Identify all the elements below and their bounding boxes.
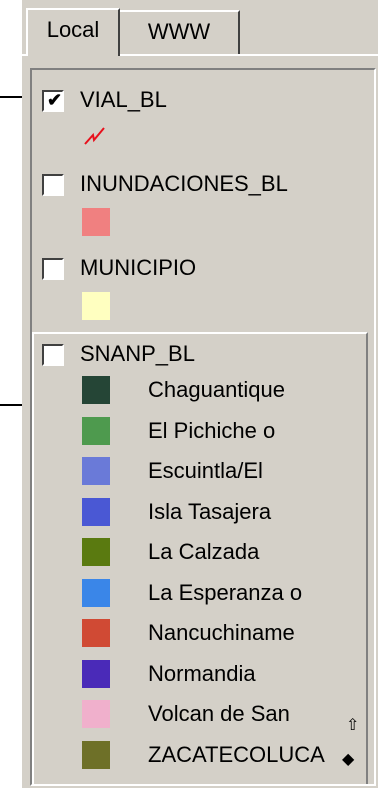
category-label: Chaguantique [148,377,286,402]
color-swatch [82,208,110,236]
layer-checkbox-vial[interactable]: ✔ [42,90,64,112]
category-swatch [82,659,110,688]
layer-name-vial: VIAL_BL [80,87,167,112]
layer-checkbox-snanp[interactable] [42,344,64,366]
layer-name-municipio: MUNICIPIO [80,255,197,280]
checkmark-icon: ✔ [47,90,63,110]
up-arrow-icon[interactable]: ⇧ [346,718,359,734]
layer-checkbox-municipio[interactable] [42,258,64,280]
category-label: Normandia [148,660,256,686]
category-label: La Calzada [148,539,260,564]
layer-group-snanp: SNANP_BL Chaguantique El Pichiche o Escuin… [32,332,368,784]
category-label: Escuintla/El [148,458,263,483]
layer-checkbox-inundaciones[interactable] [42,174,64,196]
category-swatch [82,497,110,526]
category-label: El Pichiche o [148,417,276,443]
layer-name-snanp: SNANP_BL [80,341,195,366]
category-swatch [82,700,110,728]
line-symbol-icon [84,127,105,145]
category-swatch [82,376,110,404]
color-swatch [82,292,110,320]
layer-panel: Local WWW ✔ VIAL_BL INUNDACIONES_BL MUNI… [22,0,378,788]
layer-list[interactable]: ✔ VIAL_BL INUNDACIONES_BL MUNICIPIO SNAN… [30,68,376,786]
category-label: Volcan de San [148,701,290,726]
category-label: ZACATECOLUCA [148,741,325,767]
category-swatch [82,457,110,485]
category-label: Nancuchiname [148,620,295,645]
tab-local[interactable]: Local [26,8,120,56]
category-swatch [82,578,110,607]
tab-www[interactable]: WWW [118,10,240,54]
category-swatch [82,538,110,566]
category-swatch [82,416,110,445]
category-swatch [82,619,110,647]
category-label: Isla Tasajera [148,498,272,524]
down-arrow-icon[interactable]: ◆ [342,752,354,768]
category-swatch [82,740,110,769]
category-label: La Esperanza o [148,579,303,605]
layer-name-inundaciones: INUNDACIONES_BL [80,171,288,196]
